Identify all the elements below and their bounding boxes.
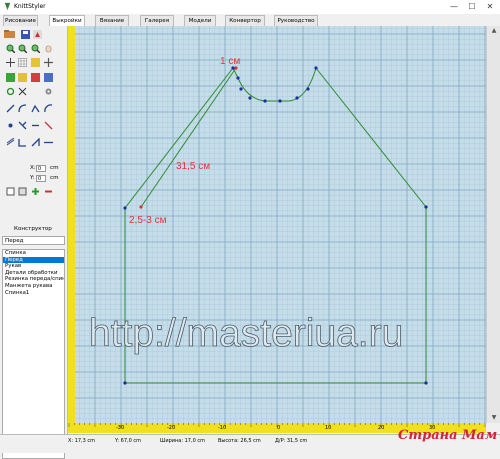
app-icon: [4, 2, 11, 11]
crosshair-icon[interactable]: [6, 58, 15, 67]
ruler-label: -10: [218, 425, 227, 431]
minimize-button[interactable]: —: [447, 1, 461, 12]
list-item[interactable]: Детали обработки: [3, 270, 64, 277]
delete-line-icon[interactable]: [44, 121, 53, 130]
pattern-point[interactable]: [306, 87, 310, 91]
pattern-point[interactable]: [123, 206, 127, 210]
gear-icon[interactable]: [44, 87, 53, 96]
split-tool-icon[interactable]: [18, 121, 27, 130]
grid-icon[interactable]: [18, 58, 27, 67]
add-icon[interactable]: [31, 187, 40, 196]
pattern-point-selected[interactable]: [139, 205, 143, 209]
line-tool-icon[interactable]: [6, 104, 15, 113]
y-input[interactable]: 0: [36, 175, 46, 182]
tab-gallery[interactable]: Галерея: [140, 15, 174, 26]
join-tool-icon[interactable]: [31, 121, 40, 130]
list-item[interactable]: Перед: [3, 256, 64, 264]
annotation-length: 31,5 см: [176, 161, 210, 172]
part-settings-icon[interactable]: [18, 187, 27, 196]
maximize-button[interactable]: ☐: [465, 1, 479, 12]
zoom-fit-icon[interactable]: [31, 44, 40, 53]
tool-panel: X: 0 cm Y: 0 cm Конструктор Перед Спинка…: [0, 26, 68, 459]
status-width: Ширина: 17,0 cm: [160, 438, 205, 444]
list-item[interactable]: Спинка: [3, 250, 64, 257]
pattern-point[interactable]: [123, 381, 127, 385]
status-height: Высота: 26,5 cm: [218, 438, 261, 444]
annotation-width: 2,5-3 см: [129, 215, 167, 226]
y-unit: cm: [50, 175, 59, 181]
pattern-point[interactable]: [278, 99, 282, 103]
parts-list: Спинка Перед Рукав Детали обработки Рези…: [2, 249, 65, 459]
scroll-up-arrow-icon[interactable]: ▲: [487, 26, 500, 36]
move-icon[interactable]: [44, 58, 53, 67]
list-item[interactable]: Манжета рукава: [3, 283, 64, 290]
new-part-icon[interactable]: [6, 187, 15, 196]
list-item[interactable]: Спинка1: [3, 290, 64, 297]
rotate-icon[interactable]: [6, 87, 15, 96]
pattern-point[interactable]: [236, 76, 240, 80]
fill-icon[interactable]: [31, 58, 40, 67]
point-tool-icon[interactable]: [6, 121, 15, 130]
export-icon[interactable]: [33, 30, 42, 39]
pattern-point[interactable]: [424, 381, 428, 385]
status-length: Д/Р: 31,5 cm: [275, 438, 308, 444]
tab-models[interactable]: Модели: [184, 15, 216, 26]
title-bar: KnittStyler — ☐ ✕: [0, 0, 500, 15]
vertical-scrollbar[interactable]: ▲ ▼: [486, 26, 500, 423]
list-item[interactable]: Рукав: [3, 263, 64, 270]
annotation-one-cm: 1 см: [220, 56, 240, 67]
window-title: KnittStyler: [14, 3, 46, 10]
cut-icon[interactable]: [31, 73, 40, 82]
mirror-icon[interactable]: [18, 87, 27, 96]
tab-manual[interactable]: Руководство: [274, 15, 318, 26]
pattern-point[interactable]: [263, 99, 267, 103]
arc-tool-icon[interactable]: [44, 104, 53, 113]
vertical-ruler: [68, 26, 75, 423]
watermark-text: http://masteriua.ru: [89, 312, 403, 355]
pattern-point[interactable]: [295, 96, 299, 100]
part-name-field[interactable]: Перед: [2, 236, 65, 245]
constructor-label: Конструктор: [14, 226, 52, 232]
remove-icon[interactable]: [44, 187, 53, 196]
zoom-in-icon[interactable]: [6, 44, 15, 53]
brand-logo: Страна Мам: [398, 428, 498, 443]
save-icon[interactable]: [21, 30, 30, 39]
ruler-label: 20: [378, 425, 385, 431]
corner-tool-icon[interactable]: [31, 138, 40, 147]
template-green-icon[interactable]: [6, 73, 15, 82]
ruler-label: 10: [325, 425, 332, 431]
status-x: X: 17,3 cm: [68, 438, 96, 444]
pattern-point[interactable]: [314, 66, 318, 70]
tab-converter[interactable]: Конвертор: [225, 15, 265, 26]
ruler-label: -30: [116, 425, 125, 431]
list-item[interactable]: Резинка переда/спин: [3, 276, 64, 283]
tab-drawing[interactable]: Рисование: [3, 15, 38, 26]
pattern-point[interactable]: [248, 96, 252, 100]
measure-tool-icon[interactable]: [44, 138, 53, 147]
x-unit: cm: [50, 165, 59, 171]
status-y: Y: 67,0 cm: [115, 438, 142, 444]
ruler-label: 0: [277, 425, 281, 431]
scroll-down-arrow-icon[interactable]: ▼: [487, 413, 500, 423]
offset-tool-icon[interactable]: [6, 138, 15, 147]
close-button[interactable]: ✕: [483, 1, 497, 12]
zoom-out-icon[interactable]: [18, 44, 27, 53]
x-input[interactable]: 0: [36, 165, 46, 172]
pattern-canvas[interactable]: 1 см 31,5 см 2,5-3 см http://masteriua.r…: [75, 26, 486, 423]
pattern-point[interactable]: [239, 87, 243, 91]
tab-knitting[interactable]: Вязание: [95, 15, 129, 26]
template-yellow-icon[interactable]: [18, 73, 27, 82]
open-folder-icon[interactable]: [4, 30, 16, 39]
sew-icon[interactable]: [44, 73, 53, 82]
pan-hand-icon[interactable]: [44, 44, 53, 53]
curve-tool-icon[interactable]: [18, 104, 27, 113]
angle-tool-icon[interactable]: [31, 104, 40, 113]
ruler-label: -20: [167, 425, 176, 431]
trim-tool-icon[interactable]: [18, 138, 27, 147]
pattern-point[interactable]: [424, 205, 428, 209]
tab-patterns[interactable]: Выкройки: [49, 15, 85, 26]
x-label: X:: [30, 165, 36, 171]
y-label: Y:: [30, 175, 35, 181]
